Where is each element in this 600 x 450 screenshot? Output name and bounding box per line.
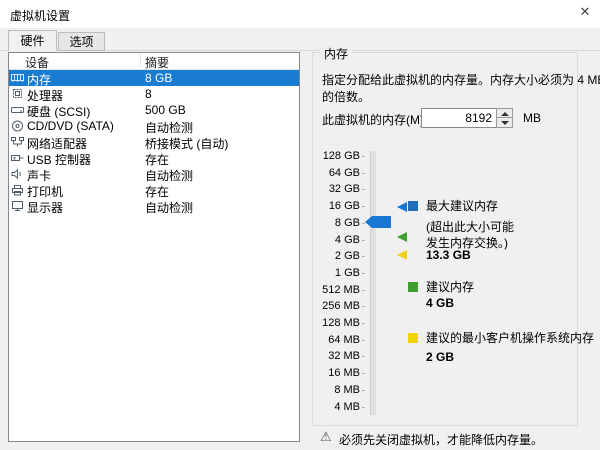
device-summary: 500 GB <box>145 103 186 117</box>
max-recommended-note1: (超出此大小可能 <box>426 220 514 234</box>
scale-label: 64 MB <box>314 333 360 347</box>
scale-label: 4 GB <box>314 233 360 247</box>
scale-tick <box>362 306 365 307</box>
display-icon <box>11 200 24 212</box>
device-row-network-adapter[interactable]: 网络适配器 桥接模式 (自动) <box>9 134 299 150</box>
recommended-marker-icon <box>397 232 407 242</box>
scale-label: 16 MB <box>314 366 360 380</box>
memory-unit-label: MB <box>523 111 541 125</box>
memory-input-label: 此虚拟机的内存(M): <box>322 111 427 128</box>
device-row-processors[interactable]: 处理器 8 <box>9 86 299 102</box>
scale-tick <box>362 273 365 274</box>
spinner-down-button[interactable] <box>496 118 513 128</box>
device-row-usb-controller[interactable]: USB 控制器 存在 <box>9 150 299 166</box>
guest-min-marker-icon <box>397 250 407 260</box>
device-summary: 8 GB <box>145 71 172 85</box>
guest-min-value: 2 GB <box>426 350 454 364</box>
sound-card-icon <box>11 168 24 180</box>
recommended-value: 4 GB <box>426 296 454 310</box>
processor-icon <box>11 88 24 100</box>
scale-tick <box>362 206 365 207</box>
close-icon[interactable]: ✕ <box>575 3 595 21</box>
scale-label: 256 MB <box>314 299 360 313</box>
scale-tick <box>362 373 365 374</box>
column-divider <box>140 54 141 67</box>
usb-controller-icon <box>11 152 24 164</box>
spinner-up-button[interactable] <box>496 108 513 118</box>
device-row-memory[interactable]: 内存 8 GB <box>9 70 299 86</box>
memory-size-input[interactable] <box>421 108 497 128</box>
column-header-summary[interactable]: 摘要 <box>145 54 169 71</box>
scale-tick <box>362 256 365 257</box>
scale-tick <box>362 240 365 241</box>
memory-description-line2: 的倍数。 <box>322 88 370 105</box>
scale-tick <box>362 189 365 190</box>
scale-tick <box>362 356 365 357</box>
max-recommended-label: 最大建议内存 <box>426 199 498 213</box>
scale-label: 32 GB <box>314 182 360 196</box>
scale-tick <box>362 340 365 341</box>
max-recommended-value: 13.3 GB <box>426 248 471 262</box>
scale-tick <box>362 407 365 408</box>
device-name: 显示器 <box>27 199 63 216</box>
warning-text: 必须先关闭虚拟机，才能降低内存量。 <box>339 431 543 448</box>
device-summary: 自动检测 <box>145 199 193 216</box>
hard-disk-icon <box>11 104 24 116</box>
max-recommended-legend-icon <box>408 201 418 211</box>
printer-icon <box>11 184 24 196</box>
guest-min-label: 建议的最小客户机操作系统内存 <box>426 331 594 345</box>
column-header-device[interactable]: 设备 <box>25 54 49 71</box>
device-row-cd-dvd[interactable]: CD/DVD (SATA) 自动检测 <box>9 118 299 134</box>
up-arrow-icon <box>501 112 509 116</box>
scale-label: 8 GB <box>314 216 360 230</box>
memory-slider-track[interactable] <box>370 151 377 415</box>
scale-label: 128 MB <box>314 316 360 330</box>
scale-label: 64 GB <box>314 166 360 180</box>
scale-label: 8 MB <box>314 383 360 397</box>
device-summary: 8 <box>145 87 152 101</box>
scale-label: 128 GB <box>314 149 360 163</box>
device-row-printer[interactable]: 打印机 存在 <box>9 182 299 198</box>
device-row-hard-disk[interactable]: 硬盘 (SCSI) 500 GB <box>9 102 299 118</box>
dialog-title: 虚拟机设置 <box>10 7 70 24</box>
device-row-display[interactable]: 显示器 自动检测 <box>9 198 299 214</box>
vm-settings-dialog: 虚拟机设置 ✕ 硬件 选项 设备 摘要 内存 8 GB 处理器 8 硬盘 (SC… <box>0 0 600 450</box>
max-recommended-marker-icon <box>397 202 407 212</box>
recommended-legend-icon <box>408 282 418 292</box>
scale-label: 512 MB <box>314 283 360 297</box>
scale-tick <box>362 290 365 291</box>
scale-tick <box>362 223 365 224</box>
network-adapter-icon <box>11 136 24 148</box>
scale-label: 2 GB <box>314 249 360 263</box>
scale-tick <box>362 173 365 174</box>
memory-icon <box>11 72 24 84</box>
memory-spinner <box>496 108 513 128</box>
device-name: CD/DVD (SATA) <box>27 119 114 133</box>
scale-label: 16 GB <box>314 199 360 213</box>
warning-icon: ⚠ <box>320 429 332 445</box>
tab-options[interactable]: 选项 <box>58 32 105 51</box>
device-list-header: 设备 摘要 <box>9 53 299 70</box>
down-arrow-icon <box>501 121 509 125</box>
memory-description-line1: 指定分配给此虚拟机的内存量。内存大小必须为 4 MB <box>322 71 600 88</box>
memory-group-title: 内存 <box>320 45 352 62</box>
tab-hardware[interactable]: 硬件 <box>8 30 57 51</box>
device-row-sound-card[interactable]: 声卡 自动检测 <box>9 166 299 182</box>
scale-label: 1 GB <box>314 266 360 280</box>
recommended-label: 建议内存 <box>426 280 474 294</box>
scale-label: 4 MB <box>314 400 360 414</box>
guest-min-legend-icon <box>408 333 418 343</box>
device-list: 设备 摘要 内存 8 GB 处理器 8 硬盘 (SCSI) 500 GB CD/… <box>8 52 300 442</box>
scale-tick <box>362 390 365 391</box>
scale-label: 32 MB <box>314 349 360 363</box>
scale-tick <box>362 323 365 324</box>
cd-dvd-icon <box>11 120 24 132</box>
scale-tick <box>362 156 365 157</box>
